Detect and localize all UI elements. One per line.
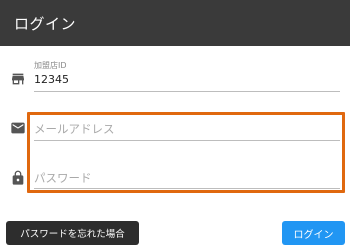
merchant-id-label: 加盟店ID: [34, 61, 67, 70]
merchant-id-underline: [34, 91, 340, 92]
login-button[interactable]: ログイン: [282, 221, 345, 245]
store-icon: [10, 71, 26, 87]
merchant-id-value[interactable]: 12345: [34, 73, 69, 86]
email-underline: [34, 140, 340, 141]
page-title: ログイン: [14, 14, 77, 33]
email-field[interactable]: [34, 120, 334, 138]
lock-icon: [10, 170, 26, 186]
password-underline: [34, 188, 340, 189]
password-field[interactable]: [34, 169, 334, 187]
app-bar: ログイン: [0, 0, 350, 46]
forgot-password-button[interactable]: パスワードを忘れた場合: [6, 221, 139, 245]
mail-icon: [10, 120, 26, 136]
